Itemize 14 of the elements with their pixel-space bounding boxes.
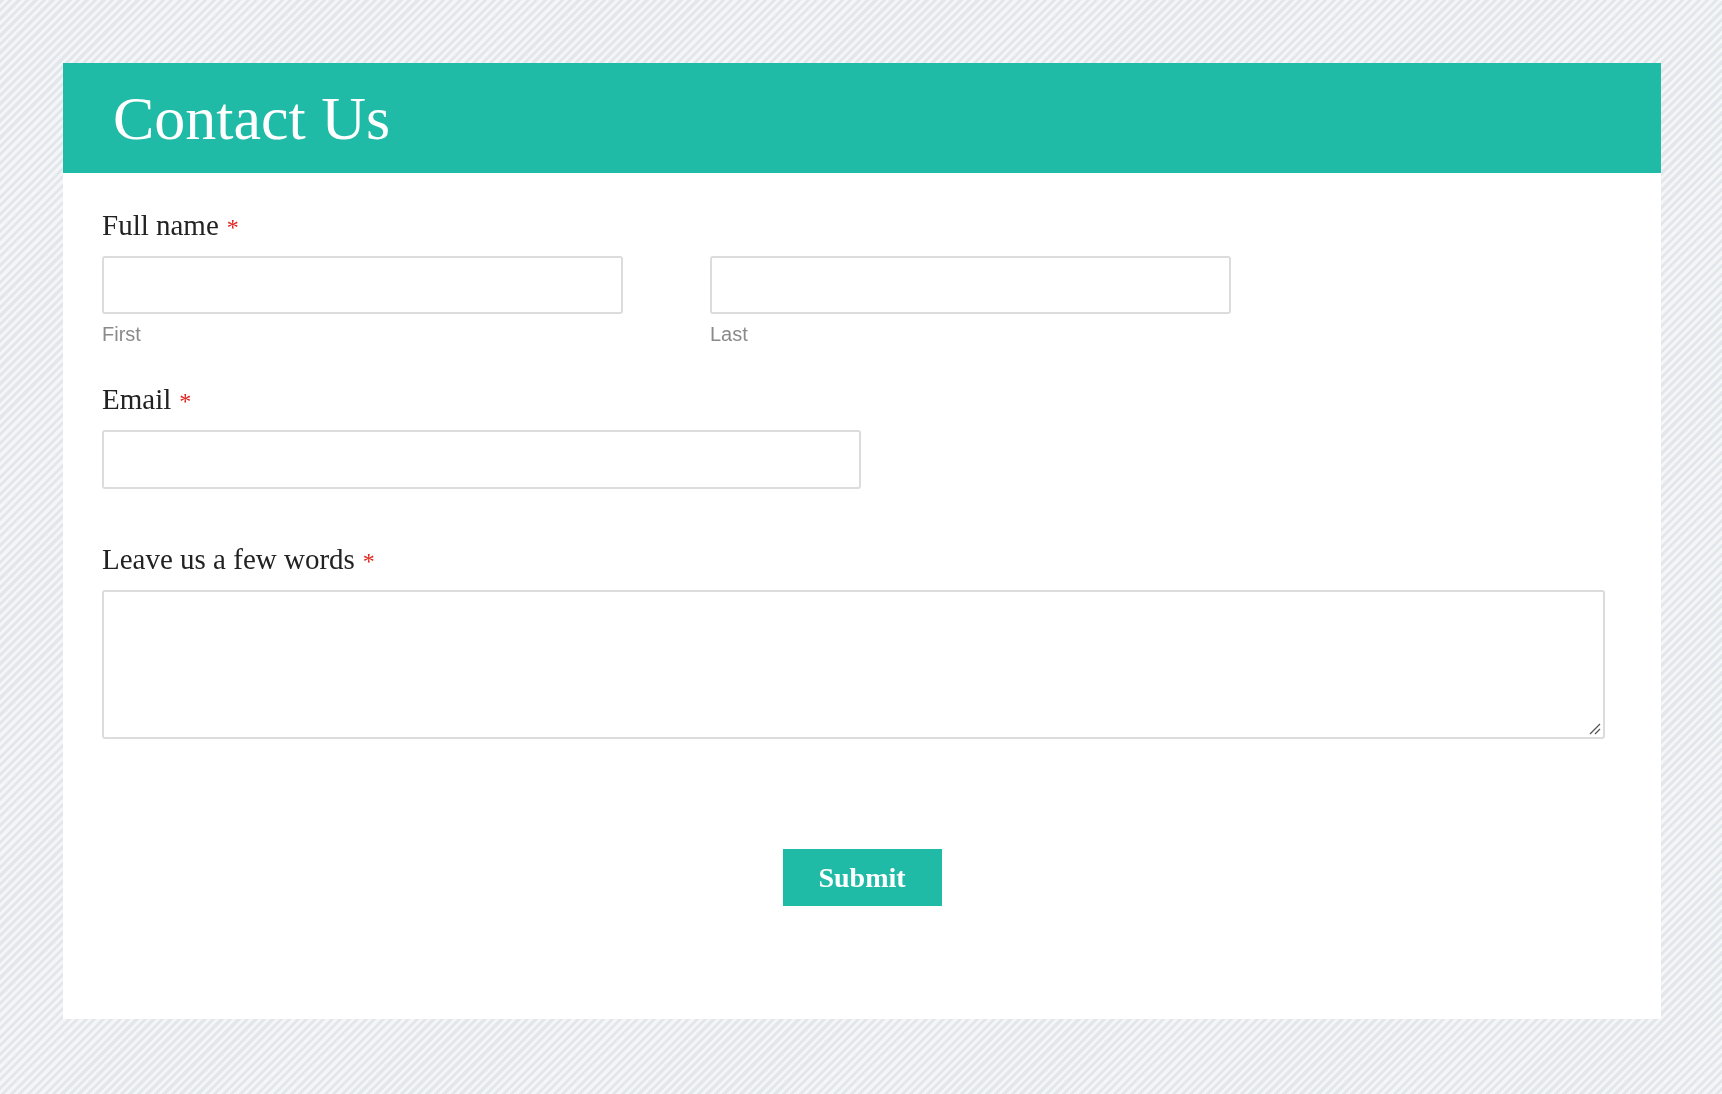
field-label: Email [102, 385, 172, 414]
sublabel: First [102, 322, 142, 347]
required-mark: * [179, 389, 192, 413]
page-title: Contact Us [113, 87, 391, 149]
email-input[interactable] [102, 430, 861, 489]
required-mark: * [226, 215, 239, 239]
submit-button[interactable]: Submit [782, 849, 942, 906]
text-input[interactable] [710, 256, 1231, 314]
resize-handle-icon[interactable] [1587, 721, 1601, 735]
required-mark: * [362, 549, 375, 573]
text-input[interactable] [102, 256, 623, 314]
sublabel: Last [710, 322, 749, 347]
field-label: Full name [102, 211, 219, 240]
field-label: Leave us a few words [102, 545, 355, 574]
